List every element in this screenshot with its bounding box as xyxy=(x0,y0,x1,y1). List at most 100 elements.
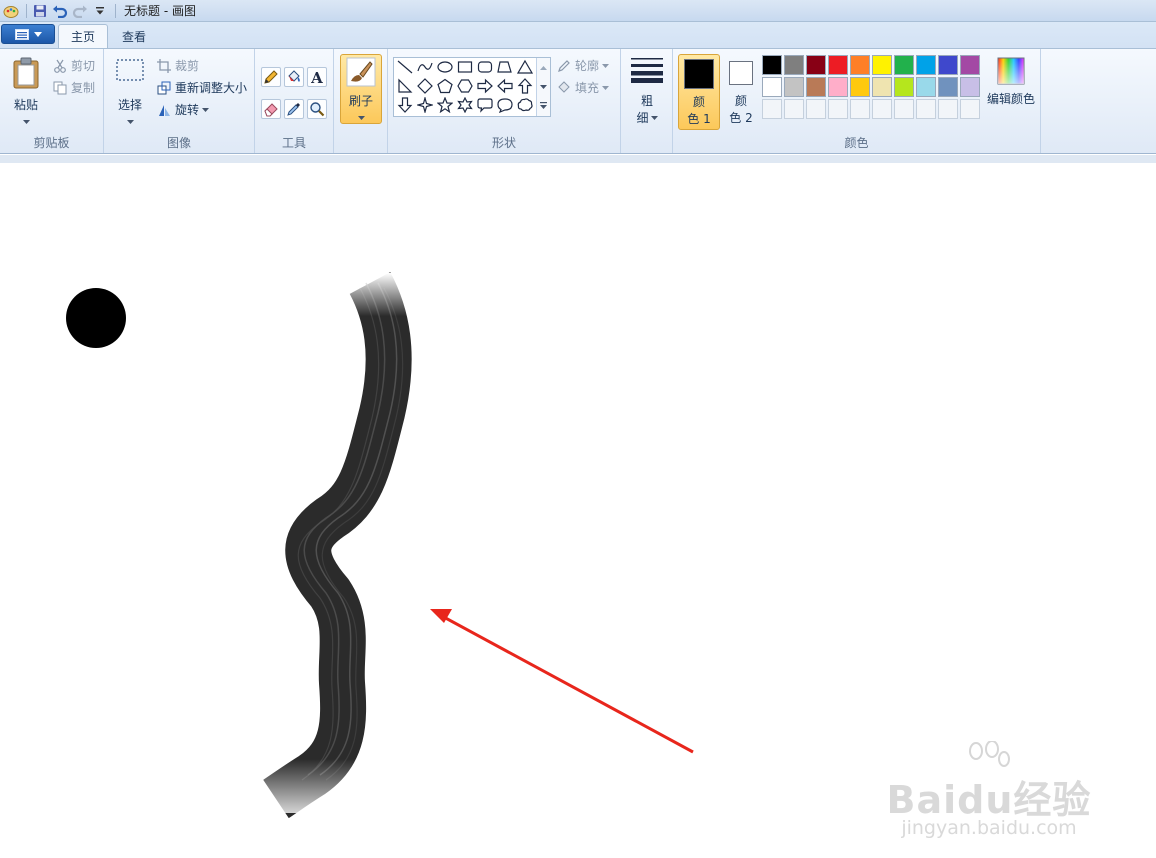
cloud-callout-shape[interactable] xyxy=(516,96,534,114)
title-bar: 无标题 - 画图 xyxy=(0,0,1156,22)
brushes-button[interactable]: 刷子 xyxy=(340,54,382,124)
six-point-star-shape[interactable] xyxy=(456,96,474,114)
ribbon: 粘贴 剪切 复制 剪贴板 选择 裁剪 重新调整大小 旋转 图像 A 工具 刷子 … xyxy=(0,48,1156,154)
right-triangle-shape[interactable] xyxy=(396,77,414,95)
line-shape[interactable] xyxy=(396,58,414,76)
paint-menu-icon xyxy=(14,28,29,40)
color-swatch[interactable] xyxy=(938,77,958,97)
undo-icon[interactable] xyxy=(51,2,69,20)
curve-shape[interactable] xyxy=(416,58,434,76)
up-arrow-shape[interactable] xyxy=(516,77,534,95)
pentagon-shape[interactable] xyxy=(436,77,454,95)
custom-color-slot[interactable] xyxy=(828,99,848,119)
color-swatch[interactable] xyxy=(850,77,870,97)
fill-tool[interactable] xyxy=(284,67,304,87)
color-swatch[interactable] xyxy=(806,55,826,75)
crop-label: 裁剪 xyxy=(175,59,200,73)
diamond-shape[interactable] xyxy=(416,77,434,95)
image-group-label: 图像 xyxy=(166,136,191,150)
five-point-star-shape[interactable] xyxy=(436,96,454,114)
edit-colors-button[interactable]: 编辑颜色 xyxy=(983,57,1039,107)
color-swatch[interactable] xyxy=(828,77,848,97)
custom-color-slot[interactable] xyxy=(938,99,958,119)
hexagon-shape[interactable] xyxy=(456,77,474,95)
color-swatch[interactable] xyxy=(894,55,914,75)
paint-app-icon[interactable] xyxy=(2,2,20,20)
triangle-shape[interactable] xyxy=(516,58,534,76)
copy-button[interactable]: 复制 xyxy=(52,79,95,96)
down-arrow-shape[interactable] xyxy=(396,96,414,114)
custom-color-slot[interactable] xyxy=(960,99,980,119)
color-swatch[interactable] xyxy=(762,77,782,97)
select-button[interactable]: 选择 xyxy=(112,57,148,129)
quick-access-separator xyxy=(26,3,27,18)
tab-home[interactable]: 主页 xyxy=(58,24,109,48)
left-arrow-shape[interactable] xyxy=(496,77,514,95)
custom-color-slot[interactable] xyxy=(784,99,804,119)
eraser-tool[interactable] xyxy=(261,99,281,119)
scroll-up-button[interactable] xyxy=(537,58,550,77)
quick-access-separator xyxy=(115,3,116,18)
scroll-down-button[interactable] xyxy=(537,77,550,96)
color1-button[interactable]: 颜 色 1 xyxy=(678,54,720,130)
color2-button[interactable]: 颜 色 2 xyxy=(724,54,758,130)
custom-color-slot[interactable] xyxy=(850,99,870,119)
six-point-star-shape-icon xyxy=(457,97,473,113)
color-swatch[interactable] xyxy=(784,77,804,97)
color-swatch[interactable] xyxy=(784,55,804,75)
oval-shape[interactable] xyxy=(436,58,454,76)
pencil-tool[interactable] xyxy=(261,67,281,87)
canvas-area[interactable]: Baidu经验 jingyan.baidu.com xyxy=(0,155,1156,858)
paste-button[interactable]: 粘贴 xyxy=(6,55,46,127)
magnifier-tool[interactable] xyxy=(307,99,327,119)
color-swatch[interactable] xyxy=(938,55,958,75)
customize-quick-access-icon[interactable] xyxy=(91,2,109,20)
custom-color-slot[interactable] xyxy=(894,99,914,119)
rotate-button[interactable]: 旋转 xyxy=(156,101,210,118)
custom-color-slot[interactable] xyxy=(872,99,892,119)
rounded-callout-shape[interactable] xyxy=(476,96,494,114)
polygon-shape[interactable] xyxy=(496,58,514,76)
fill-label: 填充 xyxy=(575,81,600,95)
resize-button[interactable]: 重新调整大小 xyxy=(156,79,247,96)
colors-group-label: 颜色 xyxy=(844,136,869,150)
color-picker-tool[interactable] xyxy=(284,99,304,119)
oval-callout-shape[interactable] xyxy=(496,96,514,114)
rectangle-shape[interactable] xyxy=(456,58,474,76)
size-button[interactable]: 粗 细 xyxy=(625,55,669,127)
color-swatch[interactable] xyxy=(806,77,826,97)
save-icon[interactable] xyxy=(31,2,49,20)
diamond-shape-icon xyxy=(417,78,433,94)
outline-button[interactable]: 轮廓 xyxy=(556,57,610,74)
tab-view[interactable]: 查看 xyxy=(110,24,158,48)
size-group: 粗 细 xyxy=(621,49,673,153)
custom-color-slot[interactable] xyxy=(806,99,826,119)
rounded-callout-shape-icon xyxy=(477,98,493,113)
right-arrow-shape[interactable] xyxy=(476,77,494,95)
custom-color-slot[interactable] xyxy=(762,99,782,119)
rounded-rectangle-shape[interactable] xyxy=(476,58,494,76)
color-swatch[interactable] xyxy=(762,55,782,75)
paint-menu-button[interactable] xyxy=(1,24,55,44)
text-tool[interactable]: A xyxy=(307,67,327,87)
color-swatch[interactable] xyxy=(916,77,936,97)
custom-color-slot[interactable] xyxy=(916,99,936,119)
crop-icon xyxy=(156,58,172,74)
color-swatch[interactable] xyxy=(850,55,870,75)
redo-icon[interactable] xyxy=(71,2,89,20)
color-swatch[interactable] xyxy=(872,55,892,75)
expand-gallery-button[interactable] xyxy=(537,96,550,115)
red-arrow-annotation xyxy=(430,609,694,754)
chevron-down-icon xyxy=(540,84,547,89)
four-point-star-shape[interactable] xyxy=(416,96,434,114)
crop-button[interactable]: 裁剪 xyxy=(156,57,199,74)
color-swatch[interactable] xyxy=(894,77,914,97)
color-swatch[interactable] xyxy=(828,55,848,75)
fill-bucket-icon xyxy=(556,80,572,96)
color-swatch[interactable] xyxy=(960,55,980,75)
cut-button[interactable]: 剪切 xyxy=(52,57,95,74)
fill-button[interactable]: 填充 xyxy=(556,79,610,96)
color-swatch[interactable] xyxy=(916,55,936,75)
color-swatch[interactable] xyxy=(872,77,892,97)
color-swatch[interactable] xyxy=(960,77,980,97)
